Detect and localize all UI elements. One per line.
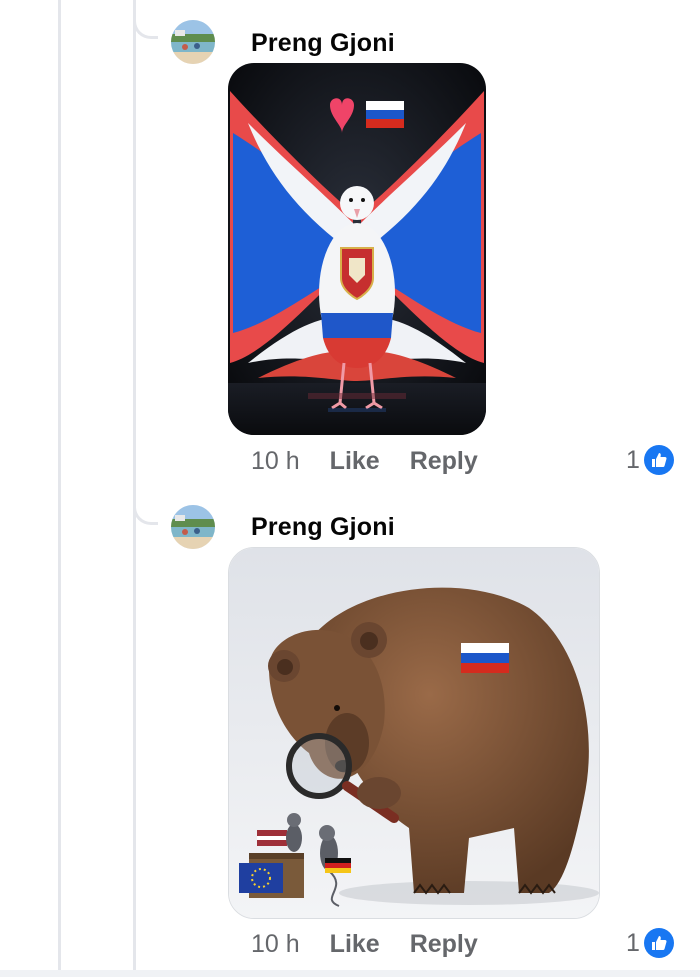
comment-image[interactable] xyxy=(228,63,486,435)
like-button[interactable]: Like xyxy=(330,930,380,959)
reply-button[interactable]: Reply xyxy=(410,930,478,959)
bottom-divider xyxy=(0,970,700,977)
like-button[interactable]: Like xyxy=(330,447,380,476)
reply-button[interactable]: Reply xyxy=(410,447,478,476)
avatar[interactable] xyxy=(171,505,215,549)
reply-connector xyxy=(133,494,158,525)
germany-flag xyxy=(325,858,351,873)
comment-image[interactable] xyxy=(228,547,600,919)
thumbs-up-icon xyxy=(643,928,674,958)
avatar[interactable] xyxy=(171,20,215,64)
eu-flag xyxy=(239,863,283,893)
russian-flag-emoji xyxy=(366,101,404,128)
profile-photo-beach xyxy=(171,505,215,549)
comment-author[interactable]: Preng Gjoni xyxy=(251,513,395,542)
reaction-summary[interactable]: 1 xyxy=(626,928,674,958)
dove-illustration xyxy=(228,63,486,435)
reaction-count: 1 xyxy=(626,928,640,957)
thread-line-outer xyxy=(58,0,61,977)
thread-line-inner xyxy=(133,0,136,977)
comment-author[interactable]: Preng Gjoni xyxy=(251,29,395,58)
latvia-flag xyxy=(257,830,287,846)
profile-photo-beach xyxy=(171,20,215,64)
thumbs-up-icon xyxy=(643,445,674,475)
comment-actions: 10 h Like Reply xyxy=(251,447,508,476)
russian-flag-emoji xyxy=(461,643,509,673)
reaction-summary[interactable]: 1 xyxy=(626,445,674,475)
comment-timestamp[interactable]: 10 h xyxy=(251,447,300,476)
reply-connector xyxy=(133,8,158,39)
comment-actions: 10 h Like Reply xyxy=(251,930,508,959)
reaction-count: 1 xyxy=(626,445,640,474)
bear-illustration xyxy=(229,548,599,918)
comment-timestamp[interactable]: 10 h xyxy=(251,930,300,959)
